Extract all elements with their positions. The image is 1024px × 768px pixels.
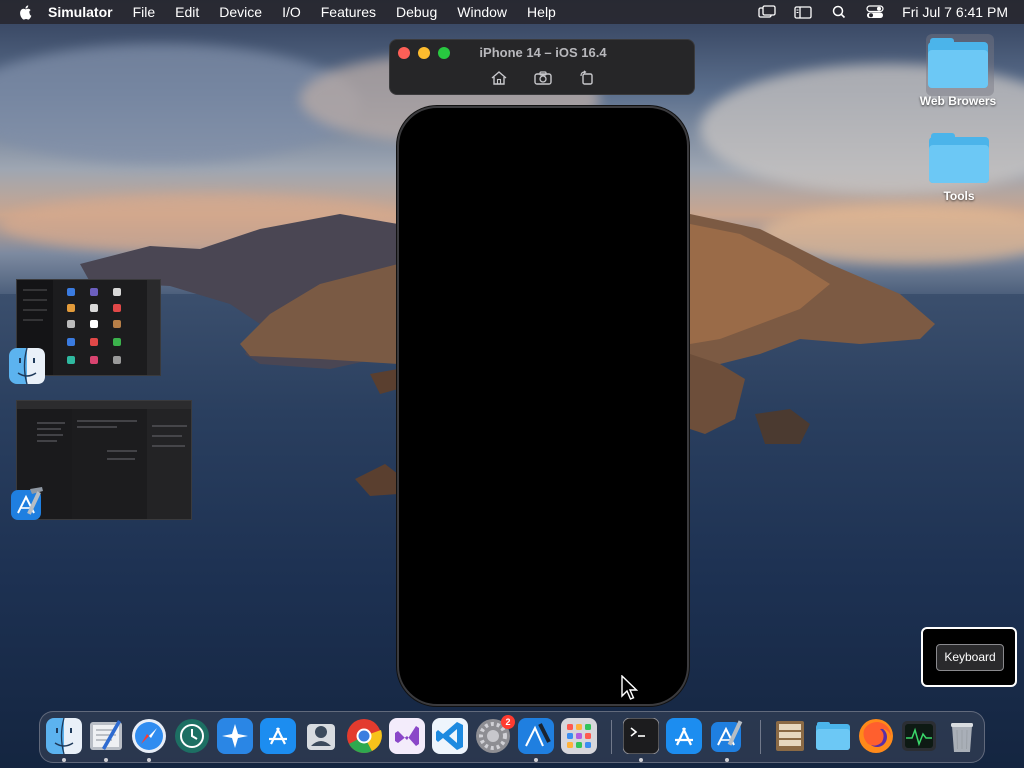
menu-app-name[interactable]: Simulator [48, 0, 123, 24]
downloads-folder-icon[interactable] [815, 718, 851, 754]
rotate-icon[interactable] [577, 70, 597, 86]
activity-monitor-icon[interactable] [901, 718, 937, 754]
menu-device[interactable]: Device [209, 0, 272, 24]
dock-separator [611, 720, 612, 754]
running-indicator [147, 758, 151, 762]
iphone-screen[interactable] [397, 106, 689, 706]
running-indicator [62, 758, 66, 762]
folder-tools[interactable]: Tools [914, 133, 1004, 203]
system-information-icon[interactable] [303, 718, 339, 754]
simulator-toolbar [390, 70, 696, 86]
spotlight-search-icon[interactable] [830, 5, 848, 19]
simulator-titlebar[interactable]: iPhone 14 – iOS 16.4 [389, 39, 695, 95]
finder-icon[interactable] [46, 717, 82, 755]
app-store-connect-icon[interactable] [666, 718, 702, 754]
apple-menu-icon[interactable] [18, 4, 34, 20]
running-indicator [639, 758, 643, 762]
finder-icon[interactable] [8, 347, 46, 390]
screen-mirroring-icon[interactable] [758, 5, 776, 19]
display-icon[interactable] [794, 5, 812, 19]
notification-badge: 2 [501, 715, 515, 729]
chrome-icon[interactable] [346, 718, 382, 754]
safari-icon[interactable] [131, 718, 167, 754]
home-icon[interactable] [489, 70, 509, 86]
visual-studio-icon[interactable] [389, 718, 425, 754]
screenshot-icon[interactable] [533, 70, 553, 86]
menu-window[interactable]: Window [447, 0, 517, 24]
menu-bar: Simulator File Edit Device I/O Features … [0, 0, 1024, 24]
status-area: Fri Jul 7 6:41 PM [758, 0, 1008, 24]
dock: 2 [39, 711, 985, 763]
terminal-icon[interactable] [622, 717, 660, 755]
archive-utility-icon[interactable] [772, 718, 808, 754]
folder-web-browers[interactable]: Web Browers [913, 34, 1003, 108]
control-center-icon[interactable] [866, 5, 884, 19]
running-indicator [725, 758, 729, 762]
firefox-icon[interactable] [858, 718, 894, 754]
vscode-icon[interactable] [432, 718, 468, 754]
time-machine-icon[interactable] [174, 718, 210, 754]
menu-clock[interactable]: Fri Jul 7 6:41 PM [902, 4, 1008, 20]
folder-icon [929, 133, 989, 183]
folder-label: Tools [943, 189, 975, 203]
menu-io[interactable]: I/O [272, 0, 311, 24]
running-indicator [534, 758, 538, 762]
instruments-icon[interactable] [518, 718, 554, 754]
keyboard-button[interactable]: Keyboard [936, 644, 1004, 671]
testflight-icon[interactable] [217, 718, 253, 754]
menu-help[interactable]: Help [517, 0, 566, 24]
menu-edit[interactable]: Edit [165, 0, 209, 24]
script-editor-icon[interactable] [88, 718, 124, 754]
menu-file[interactable]: File [123, 0, 166, 24]
keyboard-hint-panel: Keyboard [921, 627, 1017, 687]
mouse-cursor-icon [621, 675, 638, 700]
xcode-icon[interactable] [709, 718, 745, 754]
menu-features[interactable]: Features [311, 0, 386, 24]
xcode-icon[interactable] [8, 485, 46, 528]
app-store-icon[interactable] [260, 718, 296, 754]
running-indicator [104, 758, 108, 762]
menu-debug[interactable]: Debug [386, 0, 447, 24]
dock-separator [760, 720, 761, 754]
folder-label: Web Browers [919, 94, 997, 108]
trash-icon[interactable] [944, 718, 980, 754]
folder-icon [928, 38, 988, 88]
launchpad-icon[interactable] [561, 718, 597, 754]
simulator-title: iPhone 14 – iOS 16.4 [479, 45, 607, 60]
